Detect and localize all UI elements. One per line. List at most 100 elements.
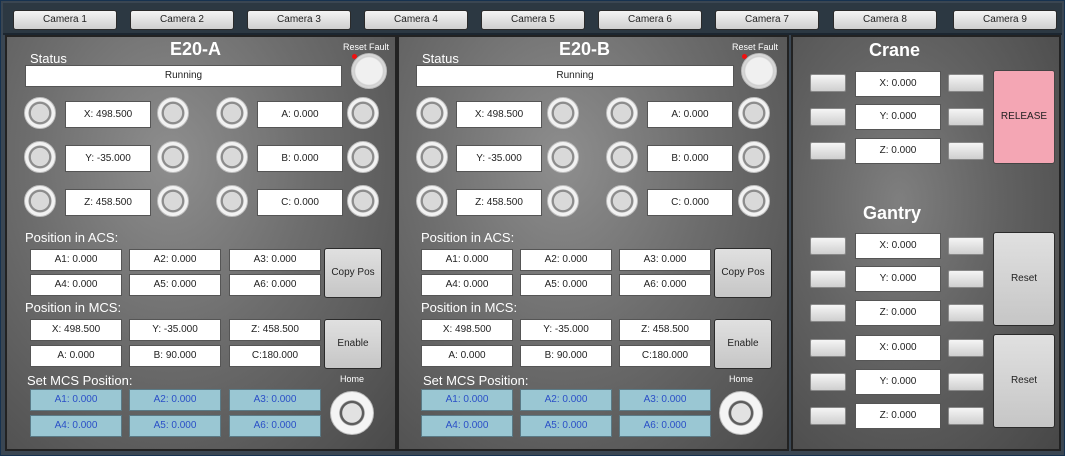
camera-4-button[interactable]: Camera 4: [364, 10, 468, 30]
set-mcs-a2-input[interactable]: A2: 0.000: [520, 389, 612, 411]
c-plus-jog-button[interactable]: [738, 185, 770, 217]
gantry-2-y-value: Y: 0.000: [855, 369, 941, 395]
z-value: Z: 458.500: [65, 189, 151, 216]
y-minus-jog-button[interactable]: [24, 141, 56, 173]
gantry-1-z-minus-button[interactable]: [810, 304, 846, 322]
set-mcs-a4-input[interactable]: A4: 0.000: [421, 415, 513, 437]
gantry-title: Gantry: [863, 203, 922, 223]
gantry-2-x-plus-button[interactable]: [948, 339, 984, 357]
crane-z-value: Z: 0.000: [855, 138, 941, 164]
a-minus-jog-button[interactable]: [216, 97, 248, 129]
a-plus-jog-button[interactable]: [738, 97, 770, 129]
enable-button[interactable]: Enable: [324, 319, 382, 369]
mcs-c: C:180.000: [619, 345, 711, 367]
crane-y-minus-button[interactable]: [810, 108, 846, 126]
gantry-2-x-minus-button[interactable]: [810, 339, 846, 357]
y-value: Y: -35.000: [65, 145, 151, 172]
x-plus-jog-button[interactable]: [547, 97, 579, 129]
camera-5-button[interactable]: Camera 5: [481, 10, 585, 30]
set-mcs-a1-input[interactable]: A1: 0.000: [421, 389, 513, 411]
copy-pos-button[interactable]: Copy Pos: [324, 248, 382, 298]
b-plus-jog-button[interactable]: [347, 141, 379, 173]
gantry-1-y-minus-button[interactable]: [810, 270, 846, 288]
reset-fault-button[interactable]: [351, 53, 387, 89]
gantry-2-y-minus-button[interactable]: [810, 373, 846, 391]
b-minus-jog-button[interactable]: [216, 141, 248, 173]
enable-button[interactable]: Enable: [714, 319, 772, 369]
crane-x-plus-button[interactable]: [948, 74, 984, 92]
z-minus-jog-button[interactable]: [416, 185, 448, 217]
x-plus-jog-button[interactable]: [157, 97, 189, 129]
a-value: A: 0.000: [647, 101, 733, 128]
x-minus-jog-button[interactable]: [24, 97, 56, 129]
z-value: Z: 458.500: [456, 189, 542, 216]
z-plus-jog-button[interactable]: [547, 185, 579, 217]
camera-9-button[interactable]: Camera 9: [953, 10, 1057, 30]
set-mcs-a6-input[interactable]: A6: 0.000: [229, 415, 321, 437]
x-minus-jog-button[interactable]: [416, 97, 448, 129]
app-window: Camera 1 Camera 2 Camera 3 Camera 4 Came…: [0, 0, 1065, 456]
mcs-label: Position in MCS:: [25, 300, 122, 315]
crane-x-minus-button[interactable]: [810, 74, 846, 92]
gantry-2-z-minus-button[interactable]: [810, 407, 846, 425]
mcs-y: Y: -35.000: [129, 319, 221, 341]
set-mcs-a2-input[interactable]: A2: 0.000: [129, 389, 221, 411]
set-mcs-a1-input[interactable]: A1: 0.000: [30, 389, 122, 411]
c-minus-jog-button[interactable]: [606, 185, 638, 217]
y-minus-jog-button[interactable]: [416, 141, 448, 173]
b-plus-jog-button[interactable]: [738, 141, 770, 173]
a-plus-jog-button[interactable]: [347, 97, 379, 129]
a-value: A: 0.000: [257, 101, 343, 128]
camera-3-button[interactable]: Camera 3: [247, 10, 351, 30]
camera-1-button[interactable]: Camera 1: [13, 10, 117, 30]
gantry-2-z-value: Z: 0.000: [855, 403, 941, 429]
gantry-1-z-plus-button[interactable]: [948, 304, 984, 322]
gantry-1-reset-button[interactable]: Reset: [993, 232, 1055, 326]
gantry-2-x-value: X: 0.000: [855, 335, 941, 361]
crane-z-plus-button[interactable]: [948, 142, 984, 160]
gantry-1-x-plus-button[interactable]: [948, 237, 984, 255]
status-label: Status: [422, 51, 459, 66]
y-plus-jog-button[interactable]: [157, 141, 189, 173]
mcs-a: A: 0.000: [30, 345, 122, 367]
acs-a4: A4: 0.000: [30, 274, 122, 296]
z-minus-jog-button[interactable]: [24, 185, 56, 217]
reset-fault-button[interactable]: [741, 53, 777, 89]
set-mcs-a3-input[interactable]: A3: 0.000: [619, 389, 711, 411]
robot-panel-e20-a: Status E20-A Reset Fault Running X: 498.…: [5, 35, 397, 451]
crane-y-plus-button[interactable]: [948, 108, 984, 126]
y-plus-jog-button[interactable]: [547, 141, 579, 173]
c-minus-jog-button[interactable]: [216, 185, 248, 217]
home-button[interactable]: [719, 391, 763, 435]
camera-6-button[interactable]: Camera 6: [598, 10, 702, 30]
gantry-2-y-plus-button[interactable]: [948, 373, 984, 391]
home-label: Home: [729, 374, 754, 384]
home-label: Home: [340, 374, 365, 384]
status-field: Running: [416, 65, 734, 87]
y-value: Y: -35.000: [456, 145, 542, 172]
c-plus-jog-button[interactable]: [347, 185, 379, 217]
home-button[interactable]: [330, 391, 374, 435]
gantry-1-x-minus-button[interactable]: [810, 237, 846, 255]
gantry-1-y-plus-button[interactable]: [948, 270, 984, 288]
set-mcs-a5-input[interactable]: A5: 0.000: [129, 415, 221, 437]
z-plus-jog-button[interactable]: [157, 185, 189, 217]
gantry-2-z-plus-button[interactable]: [948, 407, 984, 425]
acs-label: Position in ACS:: [25, 230, 119, 245]
mcs-b: B: 90.000: [520, 345, 612, 367]
set-mcs-a5-input[interactable]: A5: 0.000: [520, 415, 612, 437]
acs-a6: A6: 0.000: [229, 274, 321, 296]
set-mcs-a4-input[interactable]: A4: 0.000: [30, 415, 122, 437]
camera-8-button[interactable]: Camera 8: [833, 10, 937, 30]
gantry-2-reset-button[interactable]: Reset: [993, 334, 1055, 428]
camera-7-button[interactable]: Camera 7: [715, 10, 819, 30]
release-button[interactable]: RELEASE: [993, 70, 1055, 164]
set-mcs-a6-input[interactable]: A6: 0.000: [619, 415, 711, 437]
copy-pos-button[interactable]: Copy Pos: [714, 248, 772, 298]
camera-2-button[interactable]: Camera 2: [130, 10, 234, 30]
crane-z-minus-button[interactable]: [810, 142, 846, 160]
set-mcs-a3-input[interactable]: A3: 0.000: [229, 389, 321, 411]
b-minus-jog-button[interactable]: [606, 141, 638, 173]
robot-title: E20-A: [170, 39, 222, 59]
a-minus-jog-button[interactable]: [606, 97, 638, 129]
